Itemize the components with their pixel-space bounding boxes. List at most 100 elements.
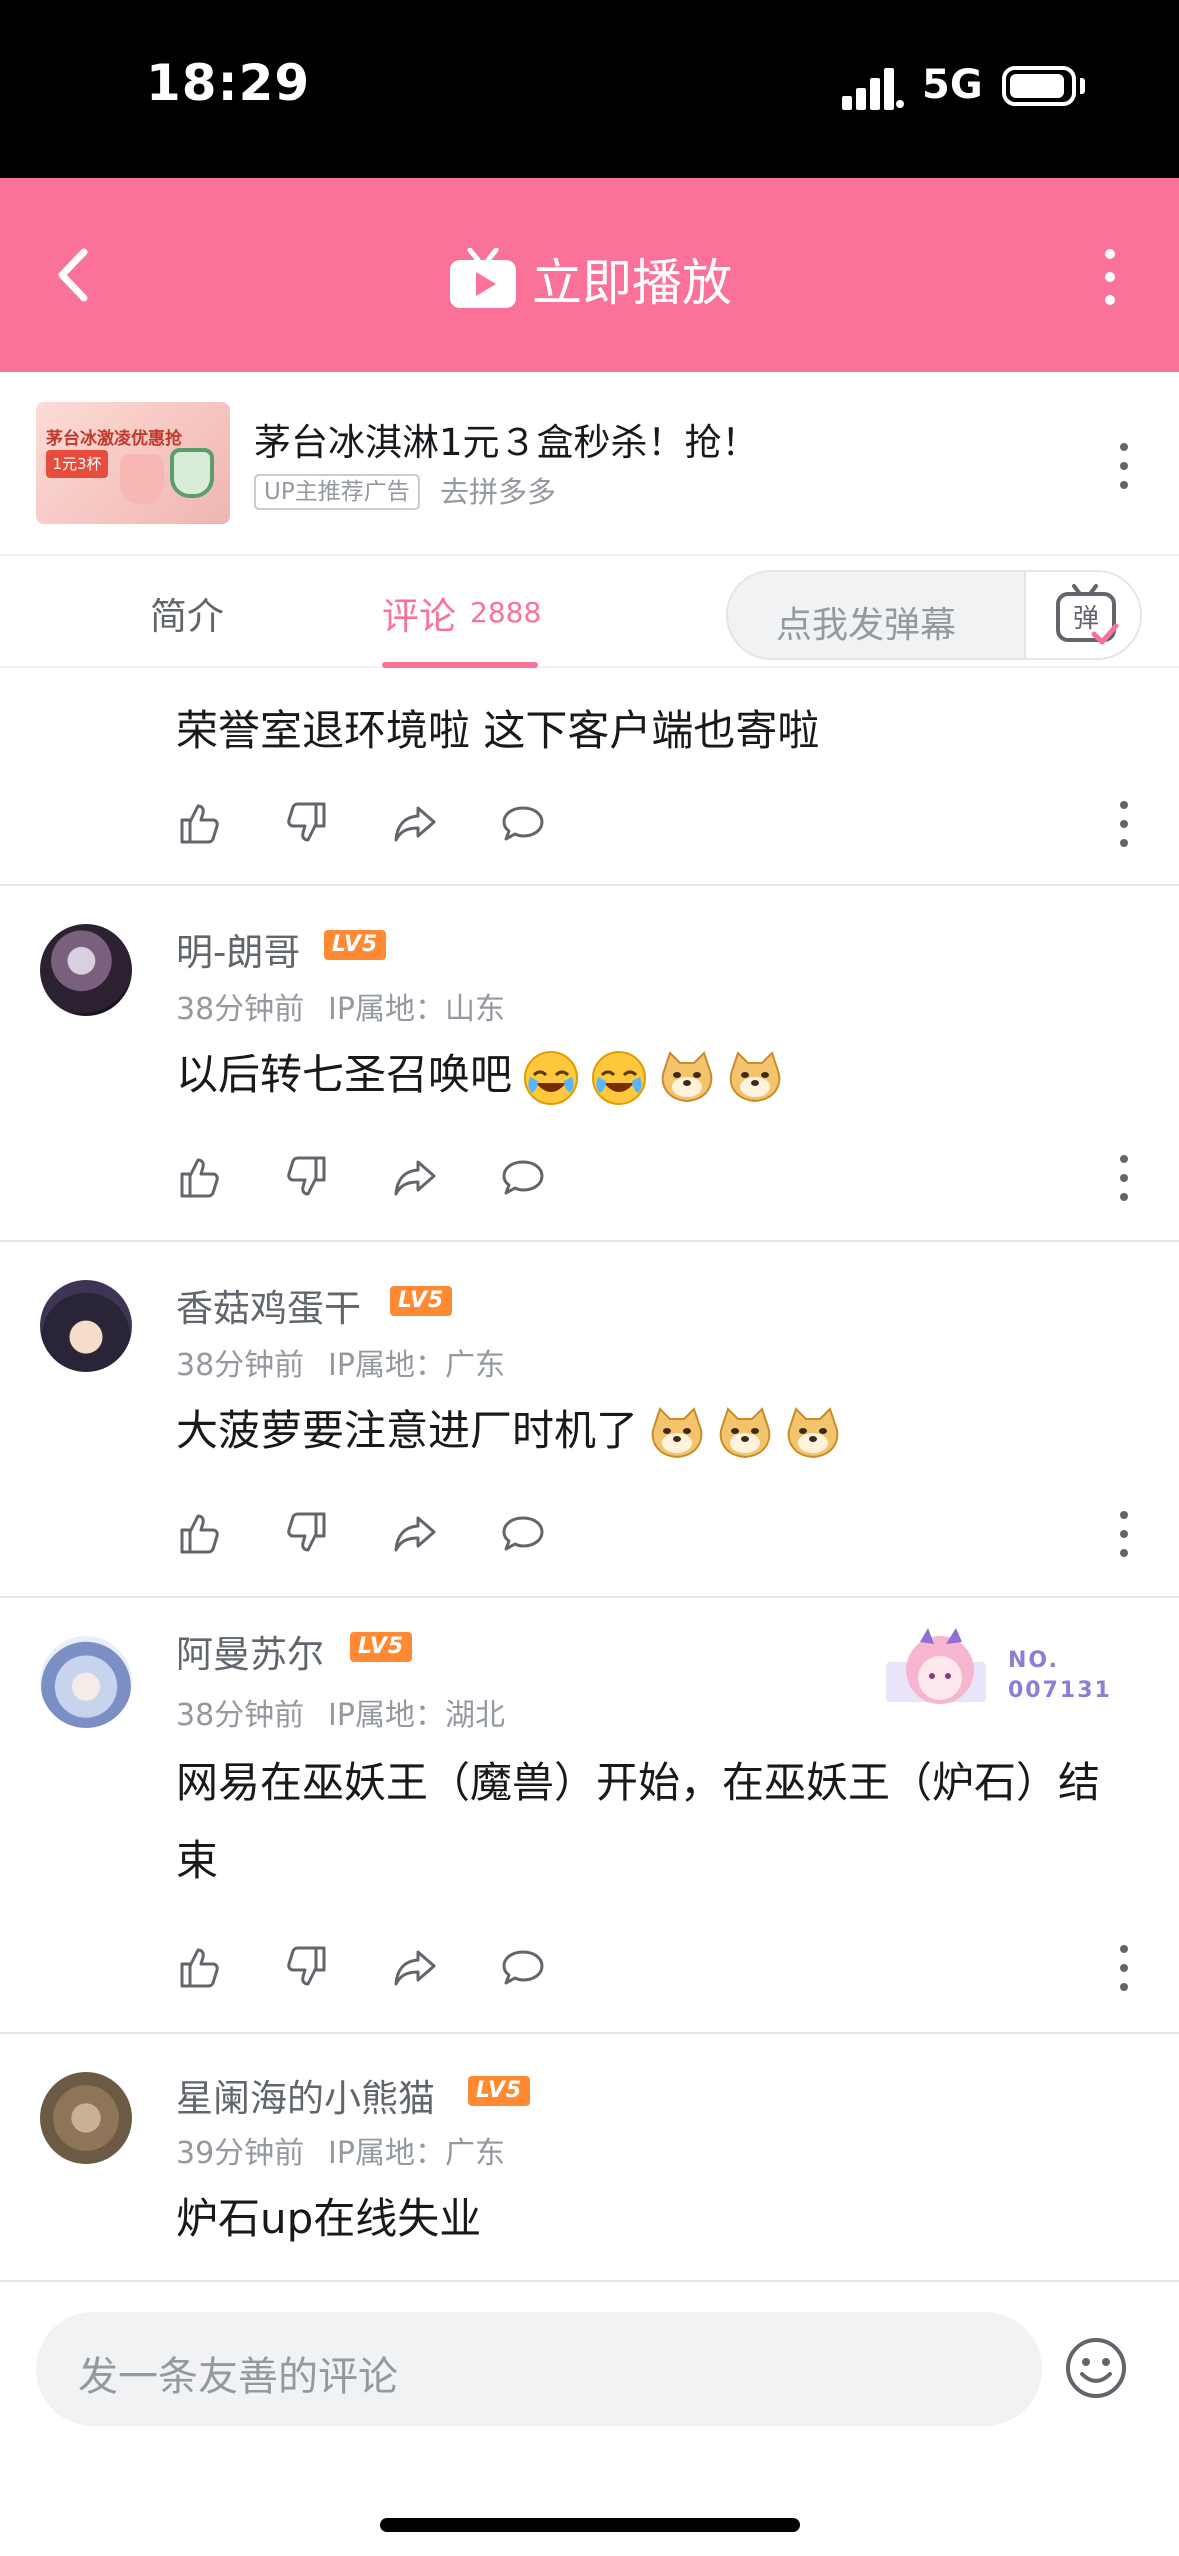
like-icon[interactable] — [176, 1944, 222, 1990]
dislike-icon[interactable] — [284, 1510, 330, 1556]
comment-item: 香菇鸡蛋干 LV5 38分钟前 IP属地：广东 大菠萝要注意进厂时机了 — [0, 1242, 1179, 1596]
laugh-cry-emoji-icon — [592, 1050, 647, 1105]
reply-icon[interactable] — [500, 800, 546, 846]
avatar[interactable] — [40, 1636, 132, 1728]
ice-cream-cup-image — [120, 454, 164, 504]
doge-emoji-icon — [661, 1050, 713, 1102]
back-arrow-icon[interactable] — [46, 240, 102, 310]
ad-source[interactable]: 去拼多多 — [440, 474, 556, 510]
anime-character-icon — [886, 1628, 986, 1704]
ice-cream-cup-image — [170, 448, 214, 498]
active-tab-indicator — [382, 662, 538, 668]
ad-badge: UP主推荐广告 — [254, 474, 420, 510]
tv-play-icon — [450, 248, 516, 308]
share-icon[interactable] — [392, 1944, 438, 1990]
avatar[interactable] — [40, 1280, 132, 1372]
comment-content-row: 大菠萝要注意进厂时机了 — [176, 1392, 1126, 1470]
nav-bar: 立即播放 — [0, 178, 1179, 372]
comment-input[interactable]: 发一条友善的评论 — [36, 2312, 1042, 2426]
comment-ip: IP属地：湖北 — [328, 1698, 505, 1733]
comment-item: 星阑海的小熊猫 LV5 39分钟前 IP属地：广东 炉石up在线失业 — [0, 2034, 1179, 2280]
comment-time: 39分钟前 — [176, 2136, 305, 2171]
doge-emoji-icon — [651, 1406, 703, 1458]
comment-more-icon[interactable] — [1112, 1942, 1136, 1994]
share-icon[interactable] — [392, 1154, 438, 1200]
like-icon[interactable] — [176, 1510, 222, 1556]
more-options-icon[interactable] — [1090, 246, 1130, 308]
comment-ip: IP属地：广东 — [328, 2136, 505, 2171]
doge-emoji-icon — [719, 1406, 771, 1458]
comment-input-bar: 发一条友善的评论 — [0, 2280, 1179, 2556]
status-time: 18:29 — [146, 54, 311, 112]
comment-ip: IP属地：广东 — [328, 1348, 505, 1383]
network-type: 5G — [922, 62, 983, 108]
reply-icon[interactable] — [500, 1944, 546, 1990]
play-now-button[interactable]: 立即播放 — [448, 246, 732, 312]
avatar[interactable] — [40, 2072, 132, 2164]
like-icon[interactable] — [176, 800, 222, 846]
user-name[interactable]: 明-朗哥 — [176, 922, 300, 976]
comment-item: 明-朗哥 LV5 38分钟前 IP属地：山东 以后转七圣召唤吧 — [0, 886, 1179, 1240]
comment-item: 荣誉室退环境啦 这下客户端也寄啦 — [0, 670, 1179, 884]
comment-content-row: 以后转七圣召唤吧 — [176, 1036, 1126, 1114]
medal-label: NO. — [1008, 1648, 1059, 1673]
tab-comments[interactable]: 评论 — [382, 586, 456, 640]
level-badge: LV5 — [390, 1286, 452, 1316]
comment-time: 38分钟前 — [176, 992, 305, 1027]
dislike-icon[interactable] — [284, 1944, 330, 1990]
doge-emoji-icon — [787, 1406, 839, 1458]
battery-icon — [1002, 66, 1076, 106]
level-badge: LV5 — [350, 1632, 412, 1662]
battery-cap — [1080, 78, 1085, 94]
ad-thumbnail[interactable]: 茅台冰激凌优惠抢 1元3杯 — [36, 402, 230, 524]
level-badge: LV5 — [324, 930, 386, 960]
comment-content: 炉石up在线失业 — [176, 2194, 482, 2243]
tab-intro[interactable]: 简介 — [150, 586, 224, 640]
ad-banner[interactable]: 茅台冰激凌优惠抢 1元3杯 茅台冰淇淋1元３盒秒杀！抢！ UP主推荐广告 去拼多… — [0, 372, 1179, 554]
ad-thumb-tag: 1元3杯 — [46, 450, 108, 478]
comment-content: 荣誉室退环境啦 这下客户端也寄啦 — [176, 706, 820, 755]
share-icon[interactable] — [392, 800, 438, 846]
danmaku-icon-text: 弹 — [1073, 604, 1099, 634]
comment-time: 38分钟前 — [176, 1698, 305, 1733]
tab-bar: 简介 评论 2888 点我发弹幕 弹 — [0, 554, 1179, 668]
tab-comments-count: 2888 — [470, 596, 542, 629]
comment-more-icon[interactable] — [1112, 1152, 1136, 1204]
emoji-picker-icon[interactable] — [1064, 2336, 1128, 2400]
comment-time: 38分钟前 — [176, 1348, 305, 1383]
comment-content: 以后转七圣召唤吧 — [176, 1050, 513, 1099]
user-name[interactable]: 阿曼苏尔 — [176, 1624, 324, 1678]
level-badge: LV5 — [468, 2076, 530, 2106]
danmaku-input[interactable]: 点我发弹幕 弹 — [726, 570, 1142, 660]
comment-ip: IP属地：山东 — [328, 992, 505, 1027]
dislike-icon[interactable] — [284, 800, 330, 846]
doge-emoji-icon — [729, 1050, 781, 1102]
ad-more-icon[interactable] — [1112, 440, 1136, 492]
home-indicator[interactable] — [380, 2518, 800, 2532]
laugh-cry-emoji-icon — [524, 1050, 579, 1105]
comment-item: 阿曼苏尔 LV5 38分钟前 IP属地：湖北 NO. 007131 网易在巫妖王… — [0, 1598, 1179, 2032]
danmaku-placeholder: 点我发弹幕 — [776, 605, 957, 646]
ad-title[interactable]: 茅台冰淇淋1元３盒秒杀！抢！ — [254, 412, 759, 466]
dislike-icon[interactable] — [284, 1154, 330, 1200]
user-name[interactable]: 星阑海的小熊猫 — [176, 2068, 435, 2122]
share-icon[interactable] — [392, 1510, 438, 1556]
danmaku-toggle-button[interactable]: 弹 — [1024, 572, 1140, 658]
ad-thumb-title: 茅台冰激凌优惠抢 — [46, 429, 182, 449]
reply-icon[interactable] — [500, 1154, 546, 1200]
cellular-signal-icon — [842, 68, 904, 110]
comment-content: 网易在巫妖王（魔兽）开始，在巫妖王（炉石）结束 — [176, 1758, 1101, 1885]
user-name[interactable]: 香菇鸡蛋干 — [176, 1278, 361, 1332]
comment-content: 大菠萝要注意进厂时机了 — [176, 1406, 639, 1455]
play-now-label: 立即播放 — [532, 254, 732, 312]
danmaku-icon: 弹 — [1056, 584, 1119, 645]
avatar[interactable] — [40, 924, 132, 1016]
comment-input-placeholder: 发一条友善的评论 — [78, 2354, 398, 2400]
comment-more-icon[interactable] — [1112, 1508, 1136, 1560]
medal-number: 007131 — [1008, 1678, 1112, 1703]
comment-more-icon[interactable] — [1112, 798, 1136, 850]
like-icon[interactable] — [176, 1154, 222, 1200]
fan-medal-badge[interactable]: NO. 007131 — [884, 1624, 1110, 1724]
reply-icon[interactable] — [500, 1510, 546, 1556]
status-bar: 18:29 5G — [0, 0, 1179, 178]
